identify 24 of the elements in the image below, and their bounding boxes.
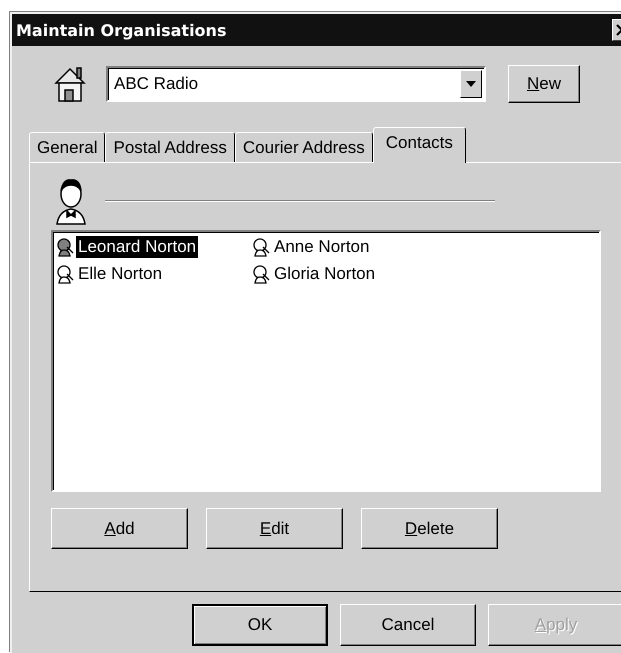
- dialog-button[interactable]: OK: [192, 604, 328, 646]
- tab[interactable]: Courier Address: [234, 132, 373, 162]
- new-button[interactable]: New: [508, 65, 580, 103]
- combobox-value: ABC Radio: [113, 74, 200, 94]
- contact-action-button[interactable]: Edit: [206, 508, 343, 549]
- tab[interactable]: Postal Address: [105, 132, 235, 162]
- contact-icon: [55, 237, 75, 257]
- tab[interactable]: General: [29, 132, 106, 162]
- contact-action-button[interactable]: Add: [51, 508, 188, 549]
- contact-icon: [251, 237, 271, 257]
- dropdown-arrow-icon: [466, 81, 476, 87]
- dialog-button[interactable]: Cancel: [340, 604, 476, 646]
- organisation-combobox[interactable]: ABC Radio: [106, 66, 486, 102]
- contacts-list[interactable]: Leonard Norton Anne Norton Elle Norton Gloria Norton: [51, 230, 601, 492]
- contact-icon: [55, 264, 75, 284]
- tab[interactable]: Contacts: [372, 127, 466, 163]
- window-title: Maintain Organisations: [16, 20, 228, 40]
- contact-action-button[interactable]: Delete: [361, 508, 498, 549]
- contact-item[interactable]: Elle Norton: [76, 263, 164, 285]
- house-icon: [52, 65, 88, 103]
- contact-icon: [251, 264, 271, 284]
- contact-item[interactable]: Leonard Norton: [76, 236, 198, 258]
- contact-item[interactable]: Anne Norton: [272, 236, 372, 258]
- contact-item[interactable]: Gloria Norton: [272, 263, 378, 285]
